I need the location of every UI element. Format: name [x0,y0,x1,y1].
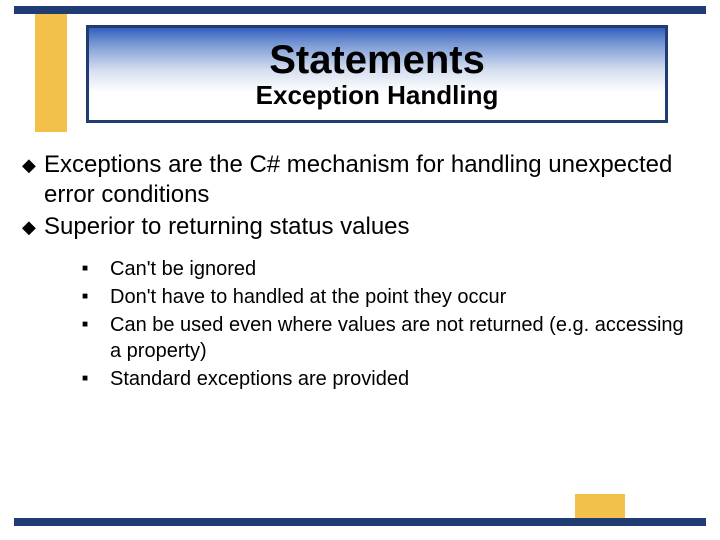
sub-bullet-text: Standard exceptions are provided [110,366,409,392]
sub-bullet-text: Don't have to handled at the point they … [110,284,506,310]
bottom-rule [14,518,706,526]
gold-accent-top [35,14,67,132]
bullet-item: ◆ Superior to returning status values [20,212,690,242]
sub-bullet-list: ■ Can't be ignored ■ Don't have to handl… [82,256,690,392]
square-bullet-icon: ■ [82,284,110,310]
slide-subtitle: Exception Handling [256,81,499,110]
content-area: ◆ Exceptions are the C# mechanism for ha… [20,150,690,394]
sub-bullet-item: ■ Can be used even where values are not … [82,312,690,364]
diamond-bullet-icon: ◆ [20,212,44,242]
square-bullet-icon: ■ [82,312,110,338]
bullet-text: Exceptions are the C# mechanism for hand… [44,150,690,210]
sub-bullet-text: Can't be ignored [110,256,256,282]
top-rule [14,6,706,14]
sub-bullet-item: ■ Can't be ignored [82,256,690,282]
diamond-bullet-icon: ◆ [20,150,44,180]
square-bullet-icon: ■ [82,256,110,282]
sub-bullet-text: Can be used even where values are not re… [110,312,690,364]
bullet-text: Superior to returning status values [44,212,410,242]
gold-accent-bottom [575,494,625,518]
bullet-item: ◆ Exceptions are the C# mechanism for ha… [20,150,690,210]
slide-title: Statements [269,39,485,81]
square-bullet-icon: ■ [82,366,110,392]
sub-bullet-item: ■ Standard exceptions are provided [82,366,690,392]
sub-bullet-item: ■ Don't have to handled at the point the… [82,284,690,310]
title-box: Statements Exception Handling [86,25,668,123]
